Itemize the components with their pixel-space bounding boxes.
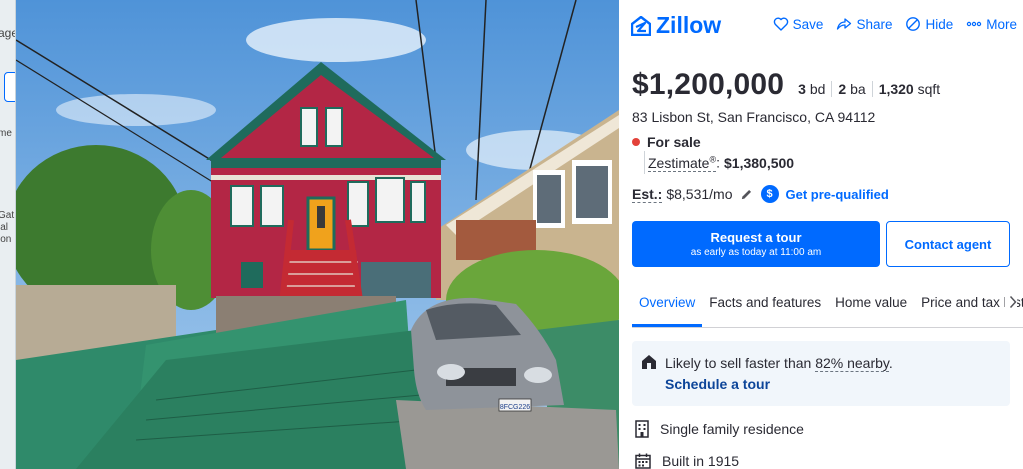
status-label: For sale [647, 134, 701, 150]
zillow-logo-icon [631, 15, 651, 36]
more-button[interactable]: More [966, 16, 1017, 32]
est-value: $8,531/mo [666, 186, 733, 202]
house-photo[interactable]: 8FCG226 [16, 0, 619, 469]
save-button[interactable]: Save [773, 16, 824, 32]
feature-year-built-label: Built in 1915 [662, 453, 740, 469]
sell-faster-lead: Likely to sell faster than [665, 355, 816, 371]
panel-header: Zillow Save Share Hide More [631, 12, 1017, 38]
bed-bath-sqft: 3 bd 2 ba 1,320 sqft [798, 81, 946, 97]
feature-year-built: Built in 1915 [635, 453, 739, 469]
strip-text: ion [0, 234, 12, 245]
sell-faster-period: . [888, 355, 893, 371]
strip-control [4, 72, 15, 102]
chevron-right-icon [1009, 295, 1017, 309]
baths-count: 2 [838, 81, 847, 97]
zestimate-label-text: Zestimate [648, 154, 710, 171]
zestimate[interactable]: Zestimate®: $1,380,500 [644, 151, 794, 174]
hide-button[interactable]: Hide [905, 16, 953, 32]
beds: 3 bd [798, 81, 831, 97]
zestimate-label: Zestimate® [648, 154, 717, 172]
request-tour-subtitle: as early as today at 11:00 am [690, 247, 822, 258]
strip-text: age [0, 26, 15, 40]
tabs-scroll-right-button[interactable] [1005, 295, 1017, 314]
schedule-tour-link[interactable]: Schedule a tour [665, 376, 770, 392]
sqft: 1,320 sqft [871, 81, 947, 97]
listing-panel: Zillow Save Share Hide More $1,200,000 3… [619, 0, 1023, 469]
tab-list: Overview Facts and features Home value P… [632, 284, 1023, 327]
beds-count: 3 [798, 81, 806, 97]
building-icon [635, 420, 649, 438]
tab-home-value[interactable]: Home value [828, 284, 914, 327]
heart-icon [773, 17, 788, 31]
sell-faster-percentage[interactable]: 82% nearby [815, 355, 889, 372]
pencil-icon[interactable] [740, 188, 753, 201]
price-row: $1,200,000 3 bd 2 ba 1,320 sqft [632, 68, 946, 102]
more-icon [967, 21, 982, 27]
license-plate-text: 8FCG226 [500, 404, 530, 411]
logo-text: Zillow [656, 12, 722, 38]
listing-status: For sale [632, 134, 701, 150]
hide-label: Hide [925, 16, 954, 32]
more-label: More [986, 16, 1017, 32]
dollar-icon: $ [760, 185, 779, 203]
est-label[interactable]: Est.: [632, 186, 663, 203]
request-tour-title: Request a tour [710, 230, 802, 245]
feature-home-type-label: Single family residence [660, 421, 804, 437]
estimated-payment: Est.: $8,531/mo $ Get pre-qualified [632, 185, 889, 203]
beds-unit: bd [809, 81, 826, 97]
zillow-logo[interactable]: Zillow [631, 12, 721, 39]
baths: 2 ba [831, 81, 871, 97]
listing-address: 83 Lisbon St, San Francisco, CA 94112 [632, 109, 876, 125]
listing-price: $1,200,000 [632, 68, 785, 101]
sell-faster-text: Likely to sell faster than 82% nearby. [665, 355, 893, 372]
background-page-strip: age me Gat ial ion [0, 0, 16, 469]
home-icon [642, 355, 656, 369]
hide-icon [906, 17, 921, 31]
save-label: Save [792, 16, 824, 32]
sell-faster-callout: Likely to sell faster than 82% nearby. S… [632, 341, 1010, 406]
strip-text: Gat [0, 210, 15, 221]
tab-facts-and-features[interactable]: Facts and features [702, 284, 828, 327]
header-actions: Save Share Hide More [773, 16, 1017, 32]
share-icon [837, 18, 852, 30]
share-button[interactable]: Share [836, 16, 892, 32]
share-label: Share [856, 16, 893, 32]
calendar-icon [635, 453, 651, 469]
contact-agent-button[interactable]: Contact agent [886, 221, 1010, 267]
sqft-count: 1,320 [878, 81, 914, 97]
get-prequalified-link[interactable]: Get pre-qualified [786, 187, 889, 202]
strip-text: ial [0, 222, 9, 233]
tab-overview[interactable]: Overview [632, 284, 703, 327]
zestimate-value: $1,380,500 [724, 154, 795, 171]
section-tabs: Overview Facts and features Home value P… [632, 284, 1023, 328]
house-illustration: 8FCG226 [16, 0, 619, 469]
baths-unit: ba [850, 81, 866, 97]
strip-text: me [0, 128, 12, 139]
feature-home-type: Single family residence [635, 420, 804, 438]
status-dot-icon [632, 138, 640, 146]
request-tour-button[interactable]: Request a tour as early as today at 11:0… [632, 221, 880, 267]
sqft-unit: sqft [917, 81, 941, 97]
zestimate-colon: : [716, 154, 720, 171]
